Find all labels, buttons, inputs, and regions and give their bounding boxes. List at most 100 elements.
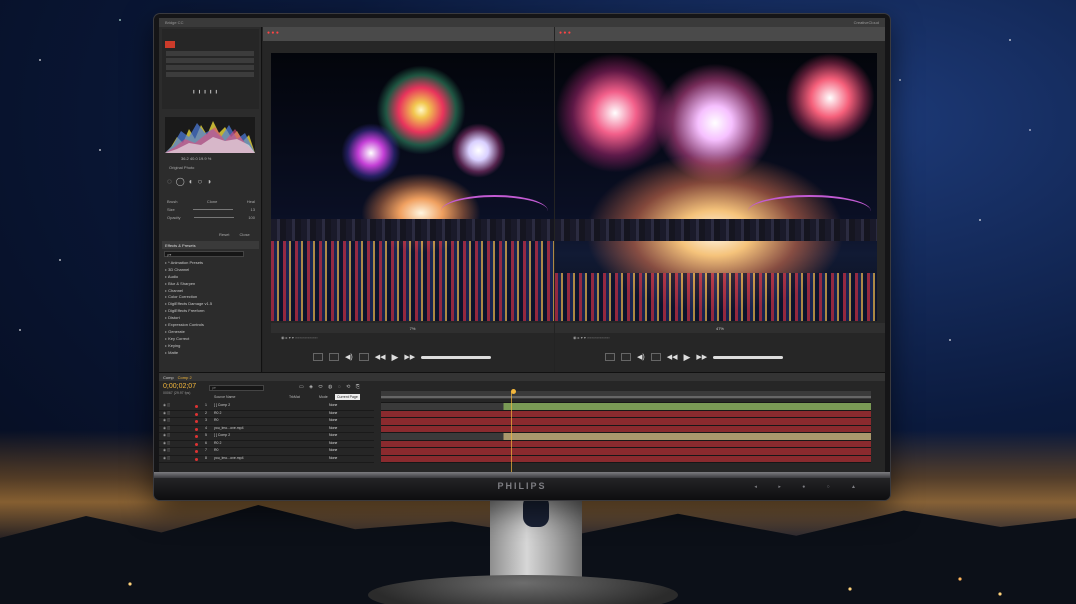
layer-name[interactable]: you_lmo...ove.mp4 (214, 456, 244, 460)
effects-list-item[interactable]: Audio (165, 274, 255, 281)
layer-name[interactable]: R0 (214, 418, 218, 422)
play-icon[interactable]: ▶ (392, 352, 399, 363)
forward-icon[interactable]: ▶▶ (404, 353, 415, 361)
effects-list-item[interactable]: Matte (165, 350, 255, 357)
layer-name[interactable]: R0 2 (214, 411, 221, 415)
monitor-control-buttons[interactable]: ◂ ▸ ● ○ ▲ (754, 484, 866, 490)
viewer-tab-bar[interactable]: ● ● ● (263, 27, 554, 41)
layer-name[interactable]: you_lmo...ove.mp4 (214, 426, 244, 430)
label-color-icon[interactable] (195, 420, 198, 423)
effects-list-item[interactable]: Channel (165, 288, 255, 295)
layer-track-bar[interactable] (381, 448, 871, 456)
preset-row[interactable] (166, 58, 254, 63)
layer-name[interactable]: R0 2 (214, 441, 221, 445)
scrub-track[interactable] (713, 355, 784, 359)
effects-list-item[interactable]: DigiEffects Freeform (165, 308, 255, 315)
layer-track-bar[interactable] (381, 425, 871, 433)
preset-row[interactable] (166, 51, 254, 56)
layer-parent-dropdown[interactable]: None (329, 456, 337, 460)
volume-button[interactable] (650, 353, 661, 361)
eye-icon[interactable]: ◉ ◫ (163, 411, 170, 415)
go-to-start-button[interactable] (313, 353, 323, 361)
current-timecode[interactable]: 0;00;02;07 (163, 383, 196, 390)
tool-icons-row[interactable]: ◌◯◐○◑ (167, 177, 215, 186)
eye-icon[interactable]: ◉ ◫ (163, 448, 170, 452)
effects-list-item[interactable]: Key Correct (165, 336, 255, 343)
rewind-icon[interactable]: ◀◀ (667, 353, 678, 361)
mute-button[interactable] (621, 353, 631, 361)
play-icon[interactable]: ▶ (684, 352, 691, 363)
close-button[interactable]: Close (239, 232, 249, 237)
effects-presets-header[interactable]: Effects & Presets (162, 241, 259, 249)
label-color-icon[interactable] (195, 450, 198, 453)
label-color-icon[interactable] (195, 412, 198, 416)
layer-track-bar[interactable] (381, 410, 871, 418)
eye-icon[interactable]: ◉ ◫ (163, 441, 170, 445)
opacity-slider[interactable] (194, 216, 235, 218)
eye-icon[interactable]: ◉ ◫ (163, 403, 170, 407)
effects-list-item[interactable]: Expression Controls (165, 322, 255, 329)
label-color-icon[interactable] (195, 442, 198, 446)
rewind-icon[interactable]: ◀◀ (375, 353, 386, 361)
reset-button[interactable]: Reset (219, 232, 229, 237)
layer-row[interactable]: ◉ ◫ 1 [ ] Comp 2 None (159, 403, 374, 411)
eye-icon[interactable]: ◉ ◫ (163, 456, 170, 460)
size-value[interactable]: 13 (251, 207, 255, 212)
effects-list-item[interactable]: 3D Channel (165, 267, 255, 274)
layer-parent-dropdown[interactable]: None (329, 448, 337, 452)
scrub-track[interactable] (421, 355, 492, 359)
time-ruler[interactable] (381, 389, 871, 399)
preset-row[interactable] (166, 65, 254, 70)
tab-comp[interactable]: Comp (163, 375, 174, 380)
source-name-header[interactable]: Source Name (214, 395, 235, 399)
layer-parent-dropdown[interactable]: None (329, 433, 337, 437)
opacity-value[interactable]: 100 (248, 215, 255, 220)
preset-row[interactable] (166, 72, 254, 77)
effects-list-item[interactable]: Keying (165, 343, 255, 350)
timeline-switch-icons[interactable]: ▭ ◈ ⬭ ◍ ◌ ⟲ ⎘ (299, 384, 362, 390)
volume-button[interactable] (358, 353, 369, 361)
viewer-tab-bar[interactable]: ● ● ● (555, 27, 885, 41)
work-area-bar[interactable] (381, 396, 871, 398)
layer-track-bar[interactable] (381, 418, 871, 426)
layer-search-input[interactable]: ρ▾ (209, 385, 264, 391)
layer-track-bar[interactable] (381, 433, 871, 441)
mute-button[interactable] (329, 353, 339, 361)
viewer-tools-row[interactable]: ◉ ▸ ▾ ▾ ▫▫▫▫▫▫▫▫▫▫▫▫▫▫▫▫ (563, 335, 885, 343)
layer-parent-dropdown[interactable]: None (329, 411, 337, 415)
layer-name[interactable]: [ ] Comp 2 (214, 433, 230, 437)
effects-search-input[interactable]: ρ▾ (164, 251, 244, 257)
tab-comp-2[interactable]: Comp 2 (178, 375, 192, 380)
level-sliders-icon[interactable]: ╻╻╻╻╻ (192, 87, 220, 94)
label-color-icon[interactable] (195, 435, 198, 438)
brush-mode-row[interactable]: Brush Clone Heal (167, 197, 255, 205)
window-controls-icon[interactable]: ● ● ● (559, 30, 571, 36)
effects-list-item[interactable]: Generate (165, 329, 255, 336)
layer-parent-dropdown[interactable]: None (329, 426, 337, 430)
layer-row[interactable]: ◉ ◫ 4 you_lmo...ove.mp4 None (159, 426, 374, 433)
effects-list-item[interactable]: DigiEffects Damage v1.5 (165, 301, 255, 308)
eye-icon[interactable]: ◉ ◫ (163, 433, 170, 437)
mode-header[interactable]: Mode (319, 395, 328, 399)
effects-list-item[interactable]: * Animation Presets (165, 260, 255, 267)
layer-name[interactable]: R0 (214, 448, 218, 452)
layer-row[interactable]: ◉ ◫ 2 R0 2 None (159, 411, 374, 418)
layer-name[interactable]: [ ] Comp 2 (214, 403, 230, 407)
layer-row[interactable]: ◉ ◫ 5 [ ] Comp 2 None (159, 433, 374, 441)
size-slider[interactable] (192, 208, 233, 210)
viewer-tools-row[interactable]: ◉ ▸ ▾ ▾ ▫▫▫▫▫▫▫▫▫▫▫▫▫▫▫▫ (271, 335, 554, 343)
window-controls-icon[interactable]: ● ● ● (267, 30, 279, 36)
label-color-icon[interactable] (195, 405, 198, 408)
timeline-tracks[interactable] (381, 389, 871, 472)
speaker-icon[interactable]: ◀) (345, 353, 353, 361)
zoom-level[interactable]: 7% (271, 323, 554, 333)
layer-track-bar[interactable] (381, 455, 871, 463)
layer-row[interactable]: ◉ ◫ 7 R0 None (159, 448, 374, 456)
layer-row[interactable]: ◉ ◫ 8 you_lmo...ove.mp4 None (159, 456, 374, 463)
label-color-icon[interactable] (195, 457, 198, 461)
brush-label[interactable]: Brush (167, 199, 177, 204)
label-color-icon[interactable] (195, 427, 198, 431)
speaker-icon[interactable]: ◀) (637, 353, 645, 361)
eye-icon[interactable]: ◉ ◫ (163, 418, 170, 422)
layer-row[interactable]: ◉ ◫ 6 R0 2 None (159, 441, 374, 448)
